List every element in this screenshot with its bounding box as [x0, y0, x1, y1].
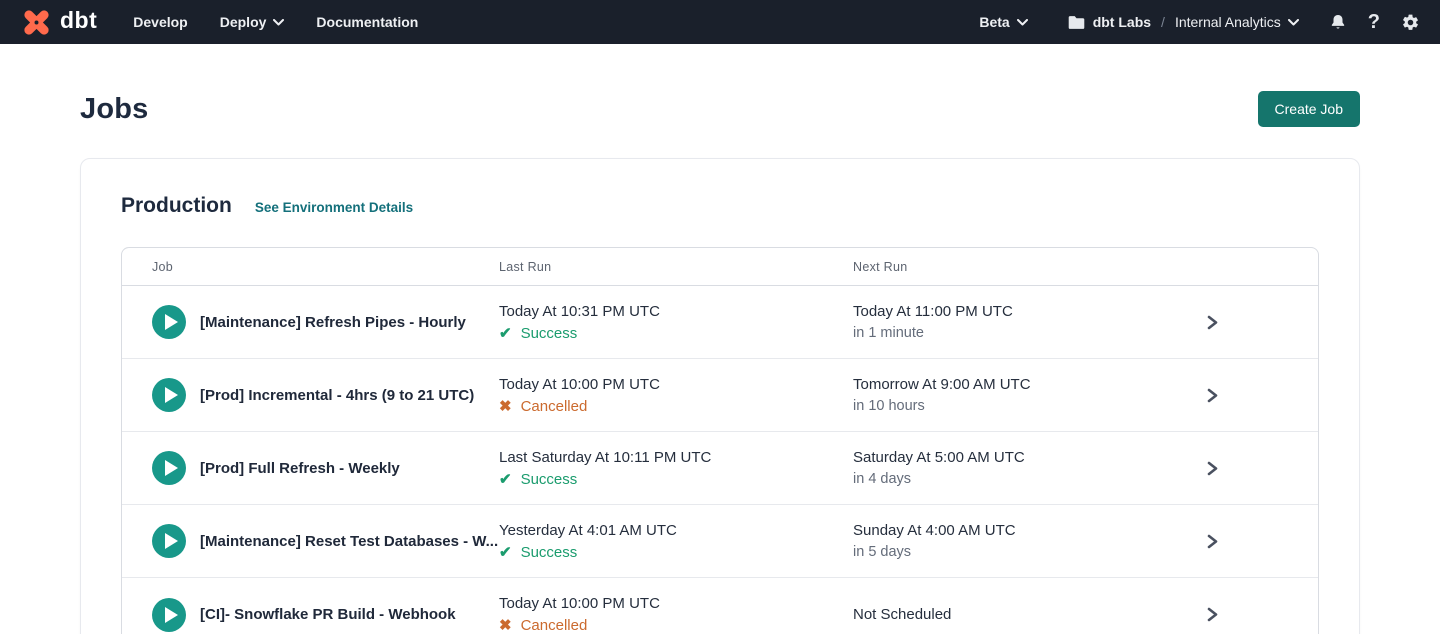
environment-card: Production See Environment Details Job L… — [80, 158, 1360, 634]
chevron-right-icon[interactable] — [1205, 607, 1219, 622]
play-icon — [165, 460, 178, 476]
chevron-right-icon[interactable] — [1205, 461, 1219, 476]
next-run-time: Today At 11:00 PM UTC — [853, 303, 1203, 320]
top-navbar: dbt Develop Deploy Documentation Beta — [0, 0, 1440, 44]
help-icon[interactable]: ? — [1368, 12, 1380, 32]
table-row[interactable]: [CI]- Snowflake PR Build - Webhook Today… — [122, 578, 1318, 634]
chevron-right-icon[interactable] — [1205, 388, 1219, 403]
run-job-button[interactable] — [152, 524, 186, 558]
jobs-table-header: Job Last Run Next Run — [122, 248, 1318, 286]
jobs-table-body: [Maintenance] Refresh Pipes - Hourly Tod… — [122, 286, 1318, 634]
run-job-button[interactable] — [152, 451, 186, 485]
job-name: [Prod] Full Refresh - Weekly — [200, 460, 400, 477]
chevron-down-icon — [1017, 19, 1028, 26]
account-project-switcher[interactable]: dbt Labs / Internal Analytics — [1068, 14, 1299, 30]
play-icon — [165, 314, 178, 330]
next-run-time: Not Scheduled — [853, 606, 1203, 623]
folder-icon — [1068, 15, 1085, 30]
gear-icon[interactable] — [1401, 13, 1420, 32]
next-run-time: Sunday At 4:00 AM UTC — [853, 522, 1203, 539]
last-run-time: Yesterday At 4:01 AM UTC — [499, 522, 853, 539]
nav-item-documentation[interactable]: Documentation — [316, 14, 418, 30]
status-icon: ✖ — [499, 399, 512, 414]
notifications-bell-icon[interactable] — [1329, 13, 1347, 32]
chevron-down-icon — [1288, 19, 1299, 26]
play-icon — [165, 533, 178, 549]
play-icon — [165, 607, 178, 623]
last-run-time: Today At 10:00 PM UTC — [499, 595, 853, 612]
run-job-button[interactable] — [152, 378, 186, 412]
environment-name: Production — [121, 194, 232, 218]
run-job-button[interactable] — [152, 598, 186, 632]
create-job-button[interactable]: Create Job — [1258, 91, 1360, 127]
jobs-table: Job Last Run Next Run [Maintenance] Refr… — [121, 247, 1319, 634]
table-row[interactable]: [Prod] Full Refresh - Weekly Last Saturd… — [122, 432, 1318, 505]
table-row[interactable]: [Maintenance] Reset Test Databases - W..… — [122, 505, 1318, 578]
nav-item-deploy[interactable]: Deploy — [220, 14, 285, 30]
column-header-next-run: Next Run — [853, 260, 1203, 274]
status-label: Success — [521, 325, 578, 342]
next-run-relative: in 4 days — [853, 471, 1203, 487]
breadcrumb-separator: / — [1161, 14, 1165, 30]
job-name: [Maintenance] Refresh Pipes - Hourly — [200, 314, 466, 331]
chevron-right-icon[interactable] — [1205, 534, 1219, 549]
play-icon — [165, 387, 178, 403]
job-name: [Prod] Incremental - 4hrs (9 to 21 UTC) — [200, 387, 474, 404]
status-icon: ✔ — [499, 545, 512, 560]
chevron-down-icon — [273, 19, 284, 26]
last-run-time: Today At 10:00 PM UTC — [499, 376, 853, 393]
column-header-job: Job — [122, 260, 499, 274]
next-run-time: Tomorrow At 9:00 AM UTC — [853, 376, 1203, 393]
next-run-time: Saturday At 5:00 AM UTC — [853, 449, 1203, 466]
project-name: Internal Analytics — [1175, 14, 1281, 30]
job-name: [CI]- Snowflake PR Build - Webhook — [200, 606, 456, 623]
last-run-time: Last Saturday At 10:11 PM UTC — [499, 449, 853, 466]
dbt-logo-text: dbt — [60, 9, 97, 35]
see-environment-details-link[interactable]: See Environment Details — [255, 200, 413, 215]
nav-item-develop[interactable]: Develop — [133, 14, 187, 30]
table-row[interactable]: [Maintenance] Refresh Pipes - Hourly Tod… — [122, 286, 1318, 359]
table-row[interactable]: [Prod] Incremental - 4hrs (9 to 21 UTC) … — [122, 359, 1318, 432]
next-run-relative: in 5 days — [853, 544, 1203, 560]
status-label: Cancelled — [521, 398, 588, 415]
run-job-button[interactable] — [152, 305, 186, 339]
account-name: dbt Labs — [1093, 14, 1151, 30]
column-header-last-run: Last Run — [499, 260, 853, 274]
chevron-right-icon[interactable] — [1205, 315, 1219, 330]
status-label: Success — [521, 471, 578, 488]
job-name: [Maintenance] Reset Test Databases - W..… — [200, 533, 498, 550]
last-run-time: Today At 10:31 PM UTC — [499, 303, 853, 320]
beta-dropdown[interactable]: Beta — [979, 14, 1027, 30]
next-run-relative: in 1 minute — [853, 325, 1203, 341]
status-label: Cancelled — [521, 617, 588, 634]
status-icon: ✔ — [499, 472, 512, 487]
primary-nav: Develop Deploy Documentation — [133, 14, 418, 30]
status-icon: ✔ — [499, 326, 512, 341]
status-icon: ✖ — [499, 618, 512, 633]
dbt-logo[interactable]: dbt — [20, 6, 97, 39]
dbt-logo-icon — [20, 6, 53, 39]
next-run-relative: in 10 hours — [853, 398, 1203, 414]
page-title: Jobs — [80, 93, 149, 126]
status-label: Success — [521, 544, 578, 561]
